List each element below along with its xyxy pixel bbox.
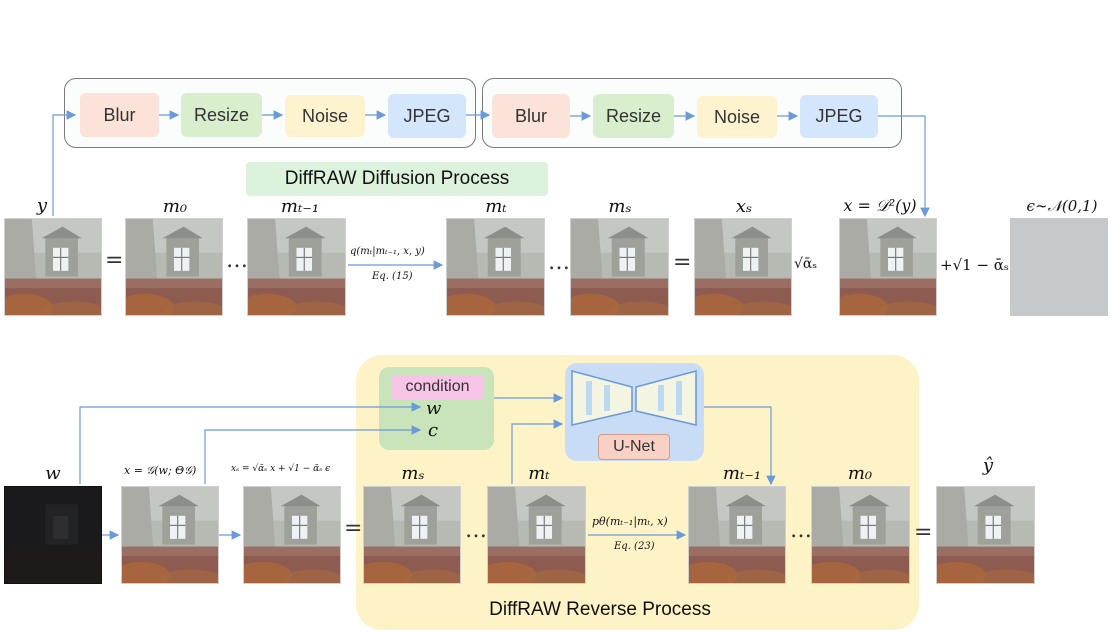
connector-arrows [52, 110, 930, 540]
